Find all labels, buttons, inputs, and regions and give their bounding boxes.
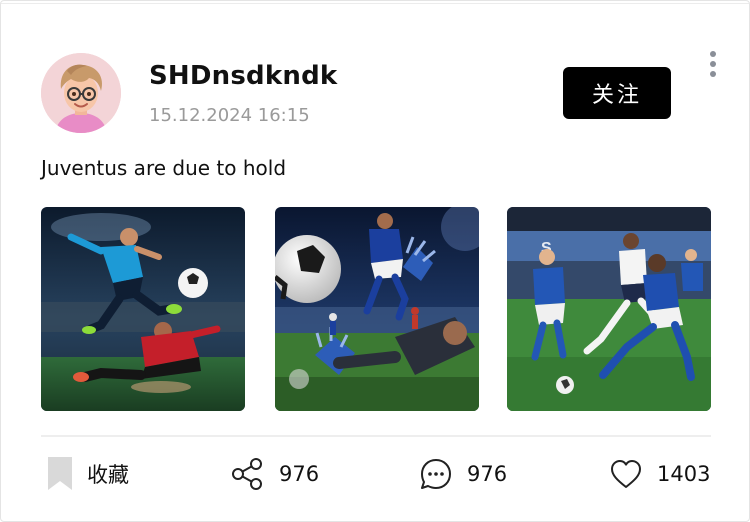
like-button[interactable]: 1403	[609, 453, 710, 495]
avatar[interactable]	[41, 53, 121, 133]
like-count: 1403	[657, 462, 711, 486]
match-action-image: S	[507, 207, 711, 411]
username[interactable]: SHDnsdkndk	[149, 61, 337, 91]
post-image-2[interactable]	[275, 207, 479, 411]
share-icon	[232, 458, 262, 490]
goalkeeper-save-image	[275, 207, 479, 411]
comment-button[interactable]: 976	[419, 453, 507, 495]
bookmark-icon	[48, 457, 72, 490]
post-timestamp: 15.12.2024 16:15	[149, 105, 310, 126]
top-divider	[1, 3, 749, 4]
comment-count: 976	[467, 462, 508, 486]
soccer-player-kick-image	[41, 207, 245, 411]
more-dot	[710, 61, 716, 67]
post-image-3[interactable]: S	[507, 207, 711, 411]
more-dot	[710, 71, 716, 77]
actions-divider	[41, 435, 711, 437]
share-count: 976	[279, 462, 320, 486]
more-vertical-icon[interactable]	[701, 49, 725, 79]
favorite-label: 收藏	[87, 463, 129, 487]
heart-icon	[611, 460, 641, 488]
more-dot	[710, 51, 716, 57]
avatar-image	[41, 53, 121, 133]
comment-icon	[421, 459, 451, 489]
post-card: SHDnsdkndk 15.12.2024 16:15 关注 Juventus …	[0, 0, 750, 522]
follow-button[interactable]: 关注	[563, 67, 671, 119]
post-text: Juventus are due to hold	[41, 156, 287, 180]
favorite-button[interactable]: 收藏	[47, 453, 129, 495]
post-image-1[interactable]	[41, 207, 245, 411]
share-button[interactable]: 976	[229, 453, 319, 495]
